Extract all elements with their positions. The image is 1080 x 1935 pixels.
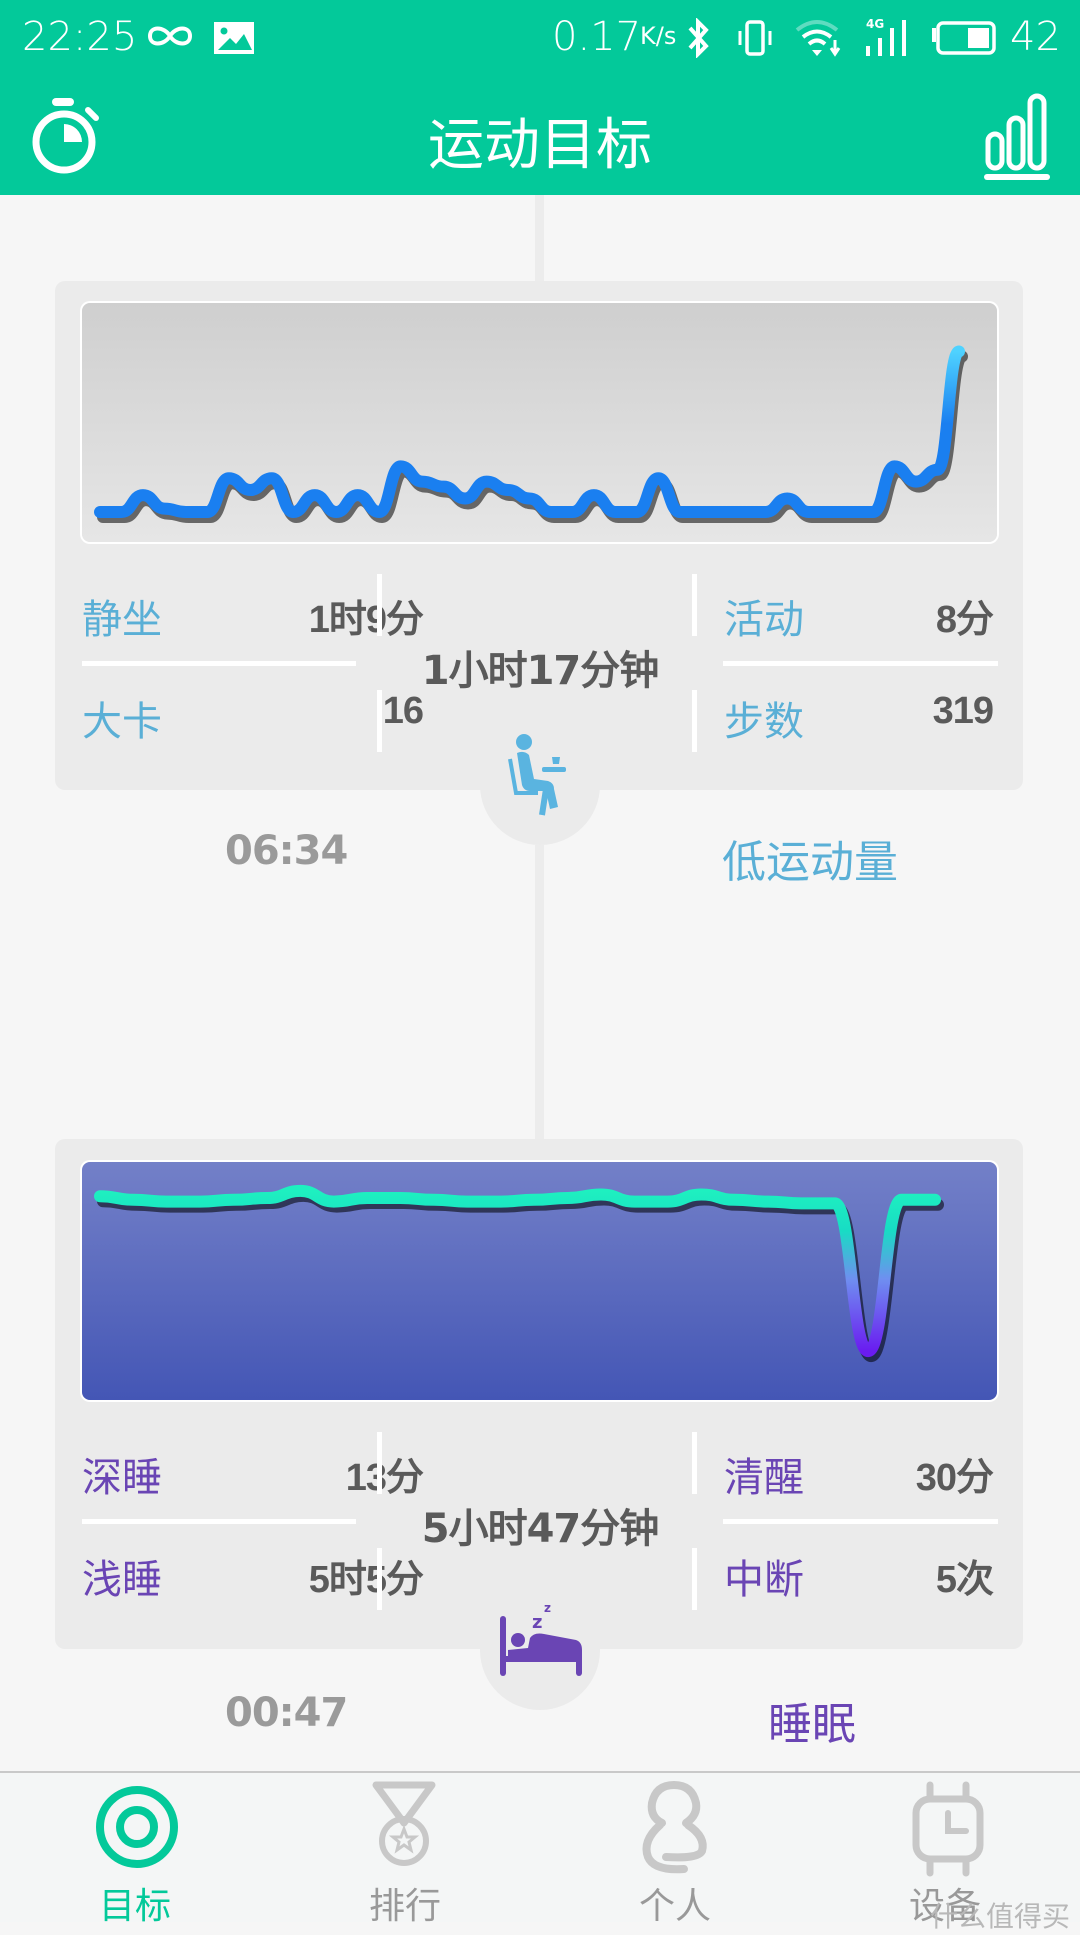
activity-card[interactable]: 静坐 1时9分 大卡 16 1小时17分钟 活动 8分 步数 319 (55, 281, 1023, 790)
medal-icon (372, 1781, 436, 1866)
divider (723, 1519, 998, 1524)
stat-value-calories: 16 (382, 690, 424, 732)
stat-label-interruptions: 中断 (724, 1557, 804, 1603)
stat-label-awake: 清醒 (724, 1455, 804, 1501)
stat-value-interruptions: 5次 (935, 1559, 994, 1601)
status-time: 22:25 (22, 14, 138, 60)
timeline-line (535, 195, 544, 281)
sleep-card[interactable]: 深睡 13分 浅睡 5时5分 5小时47分钟 清醒 30分 中断 5次 (55, 1139, 1023, 1649)
person-icon (642, 1781, 707, 1874)
activity-total-duration: 1小时17分钟 (421, 648, 660, 694)
activity-chart-svg (94, 345, 968, 523)
vibrate-icon (735, 20, 775, 60)
divider (692, 690, 697, 752)
sleep-start-time: 00:47 (225, 1690, 348, 1736)
divider (377, 1432, 382, 1494)
tab-ranking[interactable]: 排行 (270, 1773, 540, 1927)
activity-chart (82, 303, 997, 542)
sleep-icon-badge: z z (480, 1590, 600, 1710)
stat-value-awake: 30分 (915, 1457, 994, 1499)
sitting-person-icon (508, 734, 566, 816)
infinity-icon (146, 22, 194, 54)
watch-icon (912, 1781, 984, 1877)
activity-start-time: 06:34 (225, 828, 348, 874)
image-icon (214, 22, 254, 58)
stat-label-deep-sleep: 深睡 (82, 1455, 162, 1501)
target-icon (96, 1786, 178, 1868)
divider (377, 1548, 382, 1610)
tab-label: 目标 (98, 1886, 171, 1927)
divider (377, 574, 382, 636)
watermark: 什么值得买 (929, 1900, 1070, 1933)
stat-label-steps: 步数 (724, 699, 804, 745)
sleep-line-shadow (97, 1189, 944, 1363)
stat-value-light-sleep: 5时5分 (308, 1559, 424, 1601)
page-title: 运动目标 (428, 113, 652, 178)
tab-profile[interactable]: 个人 (540, 1773, 810, 1927)
net-unit: K/s (640, 22, 677, 50)
stat-label-active: 活动 (724, 597, 804, 643)
battery-icon (930, 20, 998, 60)
bluetooth-icon (684, 17, 712, 62)
divider (692, 574, 697, 636)
svg-text:4G: 4G (866, 17, 884, 31)
timeline-line (535, 845, 544, 1139)
svg-text:z: z (532, 1612, 542, 1633)
sleep-total-duration: 5小时47分钟 (421, 1506, 660, 1552)
4g-signal-icon: 4G (862, 16, 914, 62)
stat-value-deep-sleep: 13分 (345, 1457, 424, 1499)
sleep-line (94, 1184, 941, 1358)
battery-level: 42 (1010, 14, 1061, 60)
activity-icon-badge (480, 725, 600, 845)
sleep-chart (82, 1162, 997, 1400)
sleep-chart-svg (94, 1184, 944, 1363)
stat-label-light-sleep: 浅睡 (82, 1557, 162, 1603)
divider (82, 1519, 356, 1524)
stat-value-steps: 319 (932, 690, 994, 732)
bar-chart-icon[interactable] (982, 90, 1054, 186)
top-bar: 22:25 0.17 K/s 4G 42 运动目标 (0, 0, 1080, 195)
divider (692, 1432, 697, 1494)
tab-goal[interactable]: 目标 (0, 1773, 270, 1927)
sleep-kind: 睡眠 (768, 1699, 856, 1750)
sleeping-bed-icon: z z (500, 1601, 582, 1676)
stat-value-sitting: 1时9分 (308, 599, 424, 641)
divider (723, 661, 998, 666)
stat-label-calories: 大卡 (82, 699, 162, 745)
divider (377, 690, 382, 752)
svg-text:z: z (544, 1601, 551, 1615)
stat-label-sitting: 静坐 (82, 597, 162, 643)
divider (82, 661, 356, 666)
activity-kind: 低运动量 (722, 837, 898, 888)
wifi-icon (795, 18, 843, 62)
bottom-nav: 目标 排行 个人 设备 什么值得买 (0, 1771, 1080, 1933)
tab-label: 排行 (368, 1886, 441, 1927)
divider (692, 1548, 697, 1610)
tab-label: 个人 (638, 1886, 711, 1927)
stat-value-active: 8分 (935, 599, 994, 641)
net-speed: 0.17 (552, 14, 642, 60)
